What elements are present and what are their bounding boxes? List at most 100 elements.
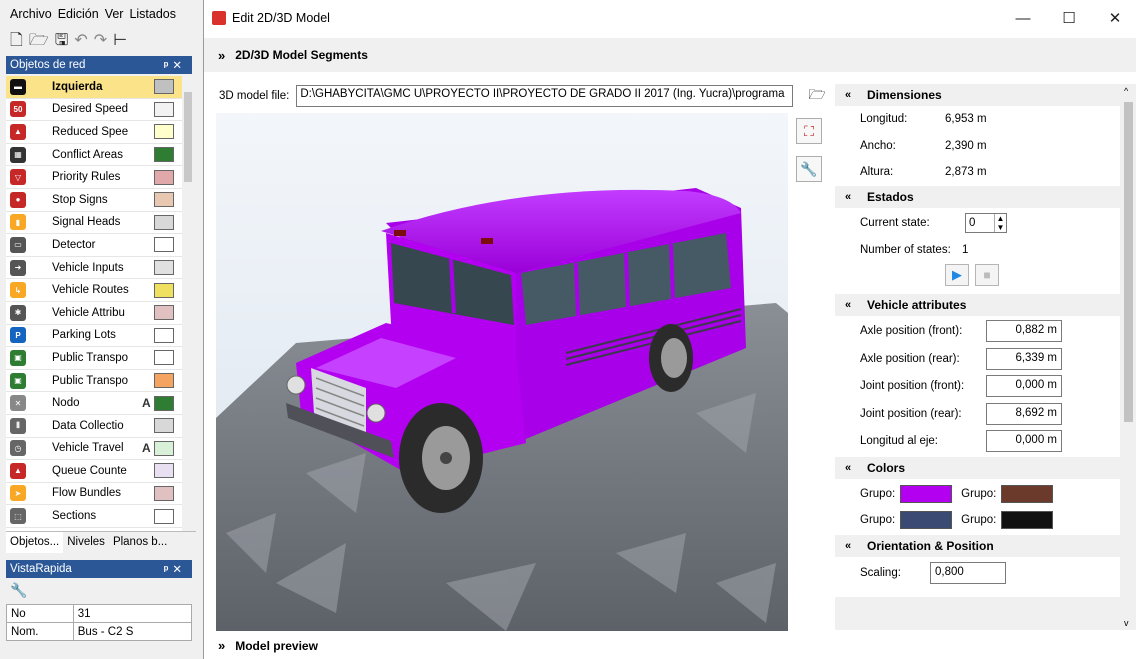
segments-section-header[interactable]: » 2D/3D Model Segments	[204, 38, 1136, 72]
network-object-item[interactable]: ▭ Detector	[6, 234, 186, 257]
tab-planos[interactable]: Planos b...	[109, 532, 171, 553]
label-toggle[interactable]: A	[142, 396, 154, 410]
scroll-down-icon[interactable]: v	[1124, 618, 1129, 628]
settings-tool-button[interactable]: 🔧	[796, 156, 822, 182]
objects-scrollbar[interactable]	[182, 76, 194, 531]
network-object-item[interactable]: ▲ Reduced Spee	[6, 121, 186, 144]
color-swatch[interactable]	[1001, 511, 1054, 529]
object-color-swatch[interactable]	[154, 463, 174, 479]
pin-close-icon[interactable]: ᵖ✕	[164, 58, 192, 72]
object-color-swatch[interactable]	[154, 395, 174, 411]
orientation-header[interactable]: « Orientation & Position	[835, 535, 1120, 557]
object-color-swatch[interactable]	[154, 350, 174, 366]
close-button[interactable]: ✕	[1092, 0, 1136, 36]
model-3d-viewport[interactable]	[216, 113, 788, 631]
object-color-swatch[interactable]	[154, 192, 174, 208]
tab-niveles[interactable]: Niveles	[63, 532, 109, 553]
object-color-swatch[interactable]	[154, 124, 174, 140]
network-object-item[interactable]: ▲ Queue Counte	[6, 460, 186, 483]
network-object-item[interactable]: 50 Desired Speed	[6, 99, 186, 122]
label-toggle[interactable]: A	[142, 441, 154, 455]
wrench-icon[interactable]: 🔧	[10, 582, 27, 599]
current-state-value: 0	[969, 216, 976, 229]
object-color-swatch[interactable]	[154, 260, 174, 276]
network-object-item[interactable]: ➤ Flow Bundles	[6, 483, 186, 506]
menu-archivo[interactable]: Archivo	[10, 7, 52, 21]
object-color-swatch[interactable]	[154, 237, 174, 253]
color-swatch[interactable]	[900, 511, 953, 529]
axle-front-input[interactable]: 0,882 m	[986, 320, 1062, 343]
fit-view-button[interactable]: ⛶	[796, 118, 822, 144]
object-color-swatch[interactable]	[154, 508, 174, 524]
network-objects-list: ▬ Izquierda 50 Desired Speed ▲ Reduced Spee ▦ C…	[6, 76, 186, 531]
model-file-input[interactable]: D:\GHABYCITA\GMC U\PROYECTO II\PROYECTO …	[296, 85, 794, 107]
network-object-item[interactable]: ● Stop Signs	[6, 189, 186, 212]
network-object-item[interactable]: ▣ Public Transpo	[6, 370, 186, 393]
object-color-swatch[interactable]	[154, 169, 174, 185]
menu-ver[interactable]: Ver	[105, 7, 124, 21]
model-file-label: 3D model file:	[219, 90, 290, 102]
network-object-label: Signal Heads	[52, 216, 121, 229]
object-color-swatch[interactable]	[154, 305, 174, 321]
tab-objetos[interactable]: Objetos...	[6, 532, 64, 553]
object-color-swatch[interactable]	[154, 485, 174, 501]
object-color-swatch[interactable]	[154, 101, 174, 117]
minimize-button[interactable]: —	[1000, 0, 1046, 36]
current-state-spinner[interactable]: 0 ▲ ▼	[965, 212, 1007, 233]
dimension-value: 2,873 m	[945, 166, 987, 179]
object-color-swatch[interactable]	[154, 214, 174, 230]
color-row: Grupo: Grupo:	[860, 481, 1120, 507]
new-file-icon[interactable]: 🗋	[10, 33, 23, 49]
stop-button[interactable]: ■	[975, 263, 999, 286]
object-color-swatch[interactable]	[154, 440, 174, 456]
save-icon[interactable]: 🖫	[55, 33, 69, 49]
browse-folder-button[interactable]: 🗁	[808, 86, 826, 106]
model-preview-header[interactable]: » Model preview	[204, 632, 834, 659]
network-object-item[interactable]: ⦀ Data Collectio	[6, 415, 186, 438]
object-color-swatch[interactable]	[154, 79, 174, 95]
joint-rear-input[interactable]: 8,692 m	[986, 402, 1062, 425]
axle-rear-input[interactable]: 6,339 m	[986, 347, 1062, 370]
color-swatch[interactable]	[900, 485, 953, 503]
object-color-swatch[interactable]	[154, 373, 174, 389]
object-color-swatch[interactable]	[154, 418, 174, 434]
vehicle-attributes-header[interactable]: « Vehicle attributes	[835, 293, 1120, 316]
color-swatch[interactable]	[1001, 485, 1054, 503]
joint-front-input[interactable]: 0,000 m	[986, 375, 1062, 398]
network-object-item[interactable]: ✕ Nodo A	[6, 392, 186, 415]
scroll-up-icon[interactable]: ^	[1124, 86, 1128, 96]
network-object-item[interactable]: ➜ Vehicle Inputs	[6, 257, 186, 280]
network-object-label: Detector	[52, 238, 96, 251]
dimension-row: Longitud: 6,953 m	[860, 106, 1120, 133]
scaling-input[interactable]: 0,800	[930, 562, 1006, 584]
undo-icon[interactable]: ↶	[74, 33, 87, 49]
spinner-arrows-icon[interactable]: ▲ ▼	[994, 213, 1006, 232]
network-object-item[interactable]: ▽ Priority Rules	[6, 166, 186, 189]
menu-edicion[interactable]: Edición	[58, 7, 99, 21]
network-object-item[interactable]: ◷ Vehicle Travel A	[6, 438, 186, 461]
pin-close-icon[interactable]: ᵖ✕	[164, 562, 192, 576]
network-object-item[interactable]: ⬚ Sections	[6, 505, 186, 528]
queue-counter-icon: ▲	[6, 460, 30, 482]
menu-listados[interactable]: Listados	[129, 7, 176, 21]
object-color-swatch[interactable]	[154, 282, 174, 298]
open-folder-icon[interactable]: 🗁	[29, 33, 49, 49]
properties-scrollbar[interactable]: ^ v	[1120, 84, 1136, 630]
network-object-item[interactable]: ▣ Public Transpo	[6, 347, 186, 370]
object-color-swatch[interactable]	[154, 327, 174, 343]
dimensions-header[interactable]: « Dimensiones	[835, 84, 1120, 106]
axle-length-input[interactable]: 0,000 m	[986, 430, 1062, 453]
redo-icon[interactable]: ↷	[94, 33, 107, 49]
states-header[interactable]: « Estados	[835, 185, 1120, 208]
play-button[interactable]: ▶	[945, 263, 969, 286]
maximize-button[interactable]: ☐	[1046, 0, 1092, 36]
network-object-item[interactable]: ▮ Signal Heads	[6, 212, 186, 235]
network-object-item[interactable]: ↳ Vehicle Routes	[6, 279, 186, 302]
network-object-item[interactable]: ✱ Vehicle Attribu	[6, 302, 186, 325]
object-color-swatch[interactable]	[154, 147, 174, 163]
network-object-item[interactable]: ▦ Conflict Areas	[6, 144, 186, 167]
toolbar-more-icon[interactable]: ⊢	[113, 33, 127, 49]
network-object-item[interactable]: P Parking Lots	[6, 325, 186, 348]
network-object-item[interactable]: ▬ Izquierda	[6, 76, 186, 99]
colors-header[interactable]: « Colors	[835, 457, 1120, 479]
